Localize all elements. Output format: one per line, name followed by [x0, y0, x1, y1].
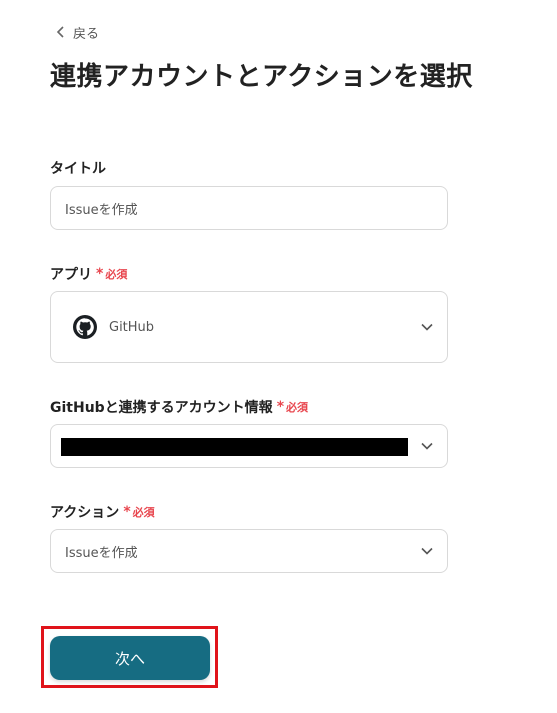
- action-select[interactable]: Issueを作成: [50, 529, 448, 573]
- app-select[interactable]: GitHub: [50, 291, 448, 363]
- back-link[interactable]: 戻る: [56, 22, 99, 42]
- required-badge: * 必須: [96, 266, 127, 282]
- action-select-value: Issueを作成: [65, 545, 138, 561]
- title-input-box[interactable]: [50, 186, 448, 230]
- title-label-text: タイトル: [50, 161, 106, 177]
- account-select[interactable]: [50, 424, 448, 468]
- title-input[interactable]: [51, 187, 447, 229]
- required-text: 必須: [286, 401, 309, 414]
- page-title: 連携アカウントとアクションを選択: [50, 62, 473, 92]
- required-star: *: [276, 399, 285, 415]
- action-field-label: アクション * 必須: [50, 502, 155, 522]
- redacted-account-value: [61, 438, 408, 456]
- account-label-text: GitHubと連携するアカウント情報: [50, 400, 273, 416]
- required-star: *: [123, 504, 131, 520]
- required-badge: * 必須: [123, 504, 154, 520]
- chevron-down-icon: [421, 547, 433, 555]
- back-label: 戻る: [73, 26, 100, 42]
- required-badge: * 必須: [277, 399, 308, 415]
- action-label-text: アクション: [50, 505, 120, 521]
- account-field-label: GitHubと連携するアカウント情報 * 必須: [50, 397, 308, 417]
- github-icon: [73, 315, 97, 339]
- app-label-text: アプリ: [50, 267, 92, 283]
- title-field-label: タイトル: [50, 158, 106, 178]
- next-button[interactable]: 次へ: [50, 636, 210, 680]
- chevron-down-icon: [421, 323, 433, 331]
- chevron-down-icon: [421, 442, 433, 450]
- app-select-value: GitHub: [109, 319, 155, 335]
- app-field-label: アプリ * 必須: [50, 264, 127, 284]
- required-star: *: [96, 266, 104, 282]
- required-text: 必須: [132, 506, 155, 519]
- chevron-left-icon: [56, 26, 64, 38]
- required-text: 必須: [105, 268, 128, 281]
